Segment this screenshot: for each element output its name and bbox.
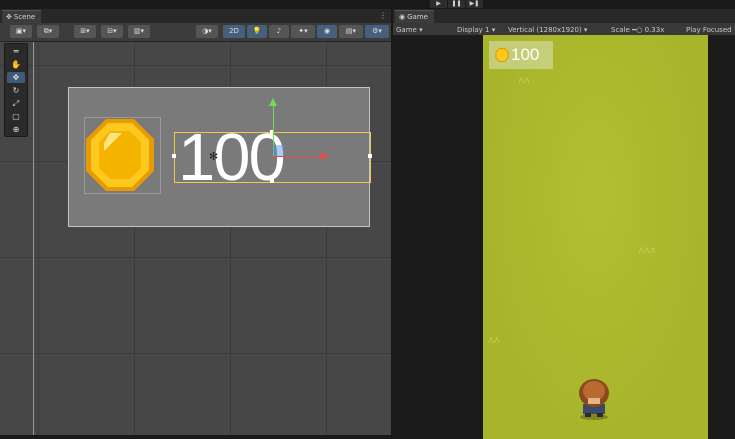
top-bar: ▶ ❚❚ ▶❚ [0, 0, 735, 9]
shading-mode-dropdown[interactable]: ◑▾ [196, 25, 218, 38]
camera-settings-icon[interactable]: ▤▾ [339, 25, 363, 38]
game-tab-label: Game [407, 13, 428, 21]
scene-icon: ✥ [6, 13, 12, 21]
scene-menu-icon[interactable]: ⋮ [379, 11, 387, 20]
resize-handle-right[interactable] [368, 154, 372, 158]
game-icon: ◉ [399, 13, 406, 21]
move-gizmo-x-axis[interactable] [273, 156, 323, 157]
move-tool-icon[interactable]: ✥ [7, 72, 25, 83]
game-view[interactable]: ᴧᴧ ᴧᴧᴧ ᴧᴧ 100 [393, 35, 735, 439]
player-character [579, 379, 609, 420]
hud-coin-icon [495, 48, 509, 62]
display-label: Display 1 [457, 26, 490, 34]
score-text: 100 [178, 120, 286, 195]
snap-increment-dropdown[interactable]: ⊟▾ [101, 25, 123, 38]
draw-mode-dropdown[interactable]: ▣▾ [10, 25, 32, 38]
hud-score-text: 100 [511, 45, 540, 64]
hidden-objects-toggle-icon[interactable]: ◉ [317, 25, 337, 38]
score-hud: 100 [489, 41, 553, 69]
game-screen[interactable]: ᴧᴧ ᴧᴧᴧ ᴧᴧ 100 [483, 35, 708, 439]
hand-tool-icon[interactable]: ✋ [7, 59, 25, 70]
tab-game[interactable]: ◉ Game [395, 10, 434, 24]
lighting-toggle-icon[interactable]: 💡 [247, 25, 267, 38]
pause-button[interactable]: ❚❚ [448, 0, 465, 8]
canvas-bounds-line [33, 42, 34, 435]
audio-toggle-icon[interactable]: ♪ [269, 25, 289, 38]
grass-tuft: ᴧᴧ [488, 335, 500, 346]
coin-icon[interactable] [86, 119, 154, 191]
gizmos-toggle-icon[interactable]: ⚙▾ [365, 25, 389, 38]
scale-label: Scale [611, 26, 630, 34]
game-toolbar: Game ▾ Display 1 ▾ Vertical (1280x1920) … [393, 23, 735, 35]
effects-toggle-icon[interactable]: ✦▾ [291, 25, 315, 38]
rotate-tool-icon[interactable]: ↻ [7, 85, 25, 96]
scene-tab-label: Scene [13, 13, 36, 21]
scale-value: 0.33x [644, 26, 665, 34]
resolution-label: Vertical (1280x1920) [508, 26, 582, 34]
grid-snap-dropdown[interactable]: ⊞▾ [74, 25, 96, 38]
scene-panel: ✥ Scene ⋮ ▣▾ ⧉▾ ⊞▾ ⊟▾ ▥▾ ◑▾ 2D 💡 ♪ ✦▾ ◉ ▤… [0, 9, 393, 435]
render-mode-dropdown[interactable]: ⧉▾ [37, 25, 59, 38]
play-button[interactable]: ▶ [430, 0, 447, 8]
scale-tool-icon[interactable]: ⤢ [7, 98, 25, 109]
resize-handle-left[interactable] [172, 154, 176, 158]
2d-toggle-button[interactable]: 2D [223, 25, 245, 38]
grid-toggle-dropdown[interactable]: ▥▾ [128, 25, 150, 38]
play-controls: ▶ ❚❚ ▶❚ [430, 0, 483, 9]
game-panel: ◉ Game Game ▾ Display 1 ▾ Vertical (1280x… [393, 9, 735, 439]
grass-tuft: ᴧᴧᴧ [638, 245, 656, 256]
scene-viewport[interactable]: ═ ✋ ✥ ↻ ⤢ ▢ ⊕ 100 ✻ [0, 42, 391, 435]
game-mode-label: Game [396, 26, 417, 34]
scene-tab-bar: ✥ Scene ⋮ [0, 9, 391, 24]
play-focused-label: Play Focused [686, 26, 732, 34]
grass-tuft: ᴧᴧ [518, 75, 530, 86]
tool-palette: ═ ✋ ✥ ↻ ⤢ ▢ ⊕ [4, 43, 28, 137]
rect-tool-icon[interactable]: ▢ [7, 111, 25, 122]
resize-handle-bottom[interactable] [270, 179, 274, 183]
anchor-icon[interactable]: ✻ [209, 150, 218, 163]
move-gizmo-y-arrow-icon[interactable] [269, 98, 277, 106]
game-tab-bar: ◉ Game [393, 9, 735, 24]
scene-toolbar: ▣▾ ⧉▾ ⊞▾ ⊟▾ ▥▾ ◑▾ 2D 💡 ♪ ✦▾ ◉ ▤▾ ⚙▾ [0, 23, 391, 42]
step-button[interactable]: ▶❚ [466, 0, 483, 8]
move-gizmo-plane-handle[interactable] [273, 145, 284, 156]
transform-tool-icon[interactable]: ⊕ [7, 124, 25, 135]
tab-scene[interactable]: ✥ Scene [2, 10, 42, 24]
collapse-handle-icon[interactable]: ═ [7, 46, 25, 57]
move-gizmo-x-arrow-icon[interactable] [321, 152, 329, 160]
ui-canvas-panel[interactable]: 100 ✻ [68, 87, 372, 227]
